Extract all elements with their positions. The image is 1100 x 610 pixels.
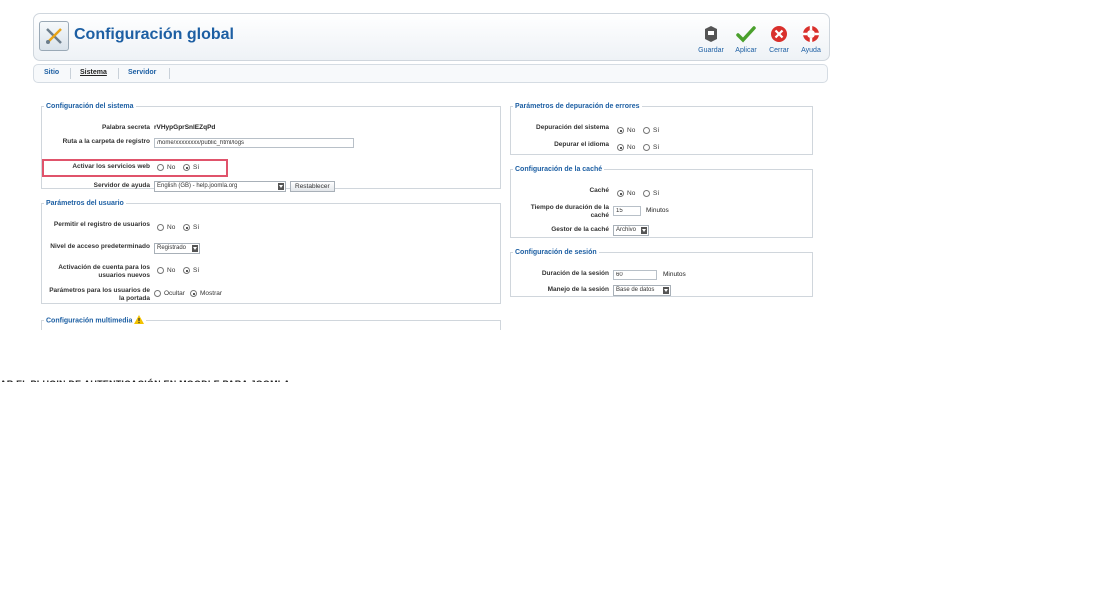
secret-value: rVHypGprSnlEZqPd	[154, 124, 216, 131]
tab-divider	[70, 68, 71, 79]
radio-label-yes: Sí	[653, 190, 660, 197]
cache-config-section: Configuración de la caché Caché No Sí Ti…	[510, 166, 813, 238]
section-legend: Configuración multimedia	[44, 315, 146, 326]
radio-label-yes: Sí	[653, 127, 660, 134]
radio-label-no: No	[627, 144, 636, 151]
radio-label-yes: Sí	[653, 144, 660, 151]
system-debug-no-radio[interactable]	[617, 127, 624, 134]
section-legend: Configuración de la caché	[515, 166, 603, 173]
tab-servidor[interactable]: Servidor	[128, 69, 156, 76]
apply-button[interactable]: Aplicar	[729, 22, 763, 55]
media-config-section: Configuración multimedia	[41, 315, 501, 330]
help-button[interactable]: Ayuda	[794, 22, 828, 55]
radio-label-no: No	[627, 190, 636, 197]
secret-label: Palabra secreta	[101, 124, 150, 131]
access-level-label: Nivel de acceso predeterminado	[50, 243, 150, 250]
tab-bar: Sitio Sistema Servidor	[33, 64, 828, 83]
activation-label: Activación de cuenta para los usuarios n…	[58, 264, 150, 279]
system-config-section: Configuración del sistema Palabra secret…	[41, 103, 501, 192]
cache-time-input[interactable]	[613, 206, 641, 216]
radio-label-yes: Sí	[193, 224, 200, 231]
radio-label-yes: Sí	[193, 164, 200, 171]
session-lifetime-input[interactable]	[613, 270, 657, 280]
allow-registration-label: Permitir el registro de usuarios	[53, 221, 150, 228]
webservices-label: Activar los servicios web	[72, 163, 150, 170]
cache-no-radio[interactable]	[617, 190, 624, 197]
chevron-down-icon	[192, 245, 198, 252]
radio-label-yes: Sí	[193, 267, 200, 274]
session-handler-select[interactable]: Base de datos	[613, 285, 671, 296]
cache-time-label: Tiempo de duración de la caché	[530, 204, 609, 219]
radio-label-no: No	[167, 164, 176, 171]
session-config-section: Configuración de sesión Duración de la s…	[510, 249, 813, 297]
radio-label-show: Mostrar	[200, 290, 223, 297]
activation-no-radio[interactable]	[157, 267, 164, 274]
radio-label-no: No	[167, 224, 176, 231]
section-legend: Configuración de sesión	[515, 249, 597, 256]
frontend-hide-radio[interactable]	[154, 290, 161, 297]
help-server-select[interactable]: English (GB) - help.joomla.org	[154, 181, 286, 192]
section-legend: Configuración del sistema	[46, 103, 134, 110]
radio-label-hide: Ocultar	[164, 290, 185, 297]
language-debug-no-radio[interactable]	[617, 144, 624, 151]
save-icon	[694, 22, 728, 46]
tab-divider	[169, 68, 170, 79]
webservices-no-radio[interactable]	[157, 164, 164, 171]
help-lifebuoy-icon	[794, 22, 828, 46]
toolbar: Configuración global Guardar Aplicar Cer…	[33, 13, 830, 61]
close-icon	[762, 22, 796, 46]
tab-divider	[118, 68, 119, 79]
cache-time-unit: Minutos	[646, 207, 669, 214]
radio-label-no: No	[627, 127, 636, 134]
activation-yes-radio[interactable]	[183, 267, 190, 274]
system-debug-label: Depuración del sistema	[536, 124, 609, 131]
language-debug-label: Depurar el idioma	[554, 141, 609, 148]
debug-params-section: Parámetros de depuración de errores Depu…	[510, 103, 813, 155]
session-handler-label: Manejo de la sesión	[547, 286, 609, 293]
checkmark-icon	[729, 22, 763, 46]
warning-icon	[134, 315, 145, 326]
close-button[interactable]: Cerrar	[762, 22, 796, 55]
cache-handler-label: Gestor de la caché	[551, 226, 609, 233]
user-params-section: Parámetros del usuario Permitir el regis…	[41, 200, 501, 304]
chevron-down-icon	[278, 183, 284, 190]
section-legend: Parámetros de depuración de errores	[515, 103, 640, 110]
tab-sitio[interactable]: Sitio	[44, 69, 59, 76]
radio-label-no: No	[167, 267, 176, 274]
config-logo-icon	[39, 21, 69, 51]
registration-no-radio[interactable]	[157, 224, 164, 231]
help-server-label: Servidor de ayuda	[93, 182, 150, 189]
log-path-label: Ruta a la carpeta de registro	[62, 138, 150, 145]
log-path-input[interactable]	[154, 138, 354, 148]
screenshot-panel: Configuración global Guardar Aplicar Cer…	[33, 10, 830, 330]
page-title: Configuración global	[74, 26, 234, 43]
cache-yes-radio[interactable]	[643, 190, 650, 197]
cache-handler-select[interactable]: Archivo	[613, 225, 649, 236]
frontend-params-label: Parámetros para los usuarios de la porta…	[49, 287, 150, 302]
session-lifetime-label: Duración de la sesión	[541, 270, 609, 277]
access-level-select[interactable]: Registrado	[154, 243, 200, 254]
system-debug-yes-radio[interactable]	[643, 127, 650, 134]
save-button[interactable]: Guardar	[694, 22, 728, 55]
frontend-show-radio[interactable]	[190, 290, 197, 297]
registration-yes-radio[interactable]	[183, 224, 190, 231]
caption-text: AR EL PLUGIN DE AUTENTICACIÓN EN MOODLE …	[0, 375, 520, 382]
cache-label: Caché	[589, 187, 609, 194]
chevron-down-icon	[641, 227, 647, 234]
session-lifetime-unit: Minutos	[663, 271, 686, 278]
language-debug-yes-radio[interactable]	[643, 144, 650, 151]
section-legend: Parámetros del usuario	[46, 200, 124, 207]
webservices-yes-radio[interactable]	[183, 164, 190, 171]
tab-sistema[interactable]: Sistema	[80, 69, 107, 76]
chevron-down-icon	[663, 287, 669, 294]
reset-button[interactable]: Restablecer	[290, 181, 335, 192]
